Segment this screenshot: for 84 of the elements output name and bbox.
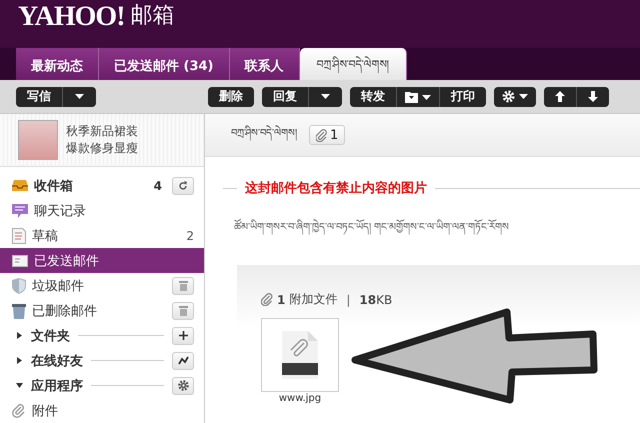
toolbar-button[interactable]: 写信: [16, 86, 63, 106]
warning-text: 这封邮件包含有禁止内容的图片: [245, 180, 427, 197]
empty-trash-button[interactable]: [172, 302, 194, 320]
folder-label: 附件: [32, 402, 58, 420]
folder-label: 垃圾邮件: [32, 278, 84, 294]
attachment-size: 18KB: [359, 292, 392, 306]
section-label: 应用程序: [31, 378, 83, 394]
folder-item[interactable]: 垃圾邮件: [0, 273, 204, 298]
up-button[interactable]: [544, 86, 577, 106]
section-label: 文件夹: [31, 328, 70, 344]
folder-item[interactable]: 收件箱 4: [0, 173, 204, 198]
paperclip-icon: [316, 128, 327, 142]
section-header[interactable]: 应用程序: [0, 373, 204, 398]
folder-label: 已发送邮件: [34, 252, 99, 270]
file-icon: [282, 331, 318, 379]
gear-button[interactable]: [494, 86, 536, 106]
ad-banner[interactable]: 秋季新品裙装 爆款修身显瘦: [0, 114, 204, 167]
tab[interactable]: 最新动态: [16, 48, 99, 80]
caret-button[interactable]: [63, 86, 96, 106]
folder-caret-icon: [405, 90, 431, 102]
section-header[interactable]: 在线好友: [0, 348, 204, 373]
photo-placeholder: [18, 120, 58, 160]
document-icon: [12, 228, 26, 244]
down-arrow-icon: [588, 91, 598, 102]
folder-button[interactable]: [397, 86, 440, 106]
unread-count: 2: [186, 228, 194, 242]
shield-icon: [12, 278, 26, 294]
folder-item[interactable]: 已删除邮件: [0, 298, 204, 323]
ad-text: 爆款修身显瘦: [66, 140, 138, 157]
disclosure-triangle-icon: [16, 382, 23, 389]
tab[interactable]: བཀྲ་ཤིས་བདེ་ལེགས།: [300, 48, 406, 80]
message-body: ཚོམ་ཡིག་གསར་བ་ཞིག་ཁྱེད་ལ་བཏང་ཡོད། གང་མགྱོགས་ང་ལ་ཡིག་ལན་གཏོང་རོགས: [205, 197, 640, 243]
gear-caret-icon: [502, 90, 528, 103]
attachment-label: 附加文件: [289, 291, 338, 308]
plus-icon: [178, 331, 188, 340]
inbox-tray-icon: [12, 179, 28, 192]
disclosure-triangle-icon: [16, 357, 23, 364]
toolbar-button[interactable]: 删除: [208, 86, 254, 106]
caret-icon: [321, 94, 330, 99]
product-name: 邮箱: [130, 2, 175, 30]
toolbar-button[interactable]: 回复: [262, 86, 309, 106]
folder-item[interactable]: 已发送邮件: [0, 248, 204, 273]
toolbar-button[interactable]: 打印: [440, 86, 486, 106]
unread-count: 4: [154, 178, 162, 192]
folder-label: 收件箱: [34, 178, 73, 194]
add-folder-button[interactable]: [172, 326, 194, 344]
caret-button[interactable]: [309, 86, 342, 106]
folder-label: 草稿: [32, 228, 58, 244]
section-header[interactable]: 文件夹: [0, 323, 204, 348]
status-button[interactable]: [172, 352, 194, 370]
trash-can-icon: [12, 302, 26, 318]
paperclip-icon: [12, 404, 26, 418]
message-subject: བཀྲ་ཤིས་བདེ་ལེགས།: [231, 121, 297, 149]
up-arrow-icon: [555, 91, 565, 102]
envelope-icon: [12, 254, 28, 266]
disclosure-triangle-icon: [16, 332, 23, 339]
chat-bubble-icon: [12, 204, 28, 218]
attachment-count-button[interactable]: 1: [309, 125, 346, 145]
refresh-icon: [178, 180, 188, 190]
paperclip-icon: [261, 293, 273, 306]
settings-button[interactable]: [172, 376, 194, 394]
refresh-button[interactable]: [172, 176, 194, 194]
down-button[interactable]: [577, 86, 609, 106]
attachment-count: 1: [277, 292, 286, 306]
tab[interactable]: 联系人: [230, 48, 300, 80]
ad-text: 秋季新品裙装: [66, 123, 138, 140]
folder-item[interactable]: 附件: [0, 398, 204, 423]
tab[interactable]: 已发送邮件 (34): [99, 48, 230, 80]
toolbar-button[interactable]: 转发: [350, 86, 397, 106]
empty-trash-button[interactable]: [172, 276, 194, 294]
separator: |: [346, 292, 350, 306]
trash-can-icon: [178, 306, 188, 316]
file-thumbnail[interactable]: [261, 318, 339, 392]
trash-can-icon: [178, 280, 188, 290]
logo[interactable]: YAHOO!: [18, 0, 125, 34]
folder-item[interactable]: 草稿 2: [0, 223, 204, 248]
folder-label: 已删除邮件: [32, 302, 97, 320]
folder-label: 聊天记录: [34, 202, 86, 220]
folder-item[interactable]: 聊天记录: [0, 198, 204, 223]
zigzag-icon: [178, 356, 188, 365]
file-name[interactable]: www.jpg: [278, 393, 322, 405]
caret-icon: [75, 94, 84, 99]
section-label: 在线好友: [31, 352, 83, 370]
settings-icon: [178, 380, 188, 391]
